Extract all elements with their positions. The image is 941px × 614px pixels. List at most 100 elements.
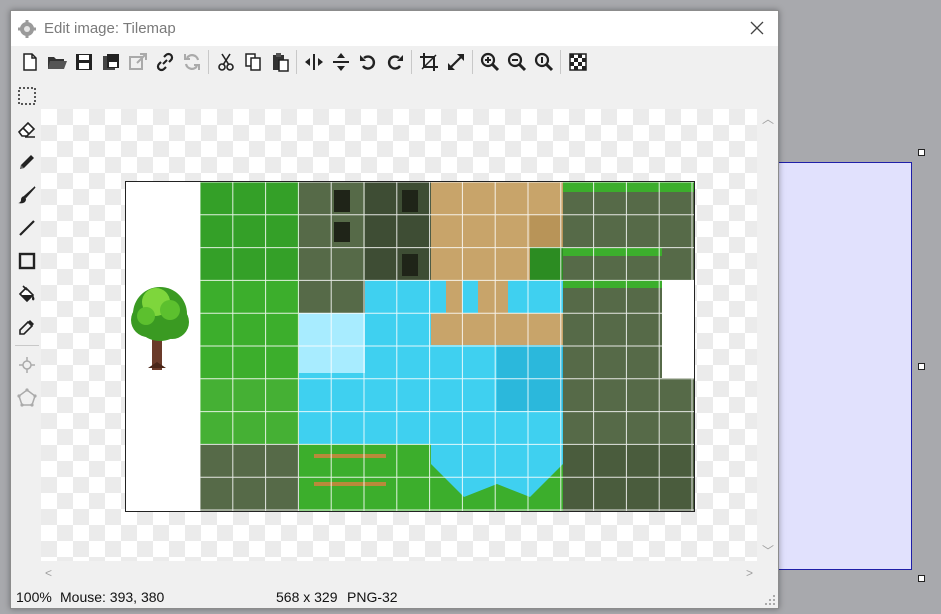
tree-sprite [131,287,189,370]
window-title: Edit image: Tilemap [44,20,176,37]
flip-vertical-icon [332,53,349,71]
copy-icon [244,53,261,71]
grass-lower-tiles [200,378,299,444]
open-button[interactable] [43,49,70,75]
refresh-button[interactable] [178,49,205,75]
status-bar: 100% Mouse: 393, 380 568 x 329 PNG-32 [11,587,778,608]
toolbar-separator [411,50,412,74]
refresh-icon [183,54,200,70]
close-icon[interactable] [748,19,766,37]
deep-water-tiles [497,345,563,411]
copy-button[interactable] [239,49,266,75]
rotate-left-icon [359,55,375,70]
select-tool[interactable] [13,79,41,112]
pencil-icon [20,154,34,169]
scroll-right-icon[interactable]: > [746,567,753,579]
fence-rail [314,454,386,458]
selection-handle[interactable] [918,575,925,582]
rectangle-icon [18,252,36,269]
transparency-icon [568,53,587,71]
transparency-button[interactable] [564,49,591,75]
color-picker-icon [19,319,34,335]
cut-button[interactable] [212,49,239,75]
image-canvas[interactable] [41,109,757,561]
door-3 [334,222,350,242]
rotate-right-button[interactable] [381,49,408,75]
cliff-grass-mid [563,248,662,256]
wood-plank-shade [530,215,563,247]
save-as-button[interactable] [97,49,124,75]
flip-horizontal-icon [304,54,323,70]
paste-button[interactable] [266,49,293,75]
resize-grip-icon[interactable] [764,594,776,606]
waterfall-foam [299,313,365,373]
zoom-in-icon [480,52,499,72]
crop-icon [419,53,438,71]
grass-bush-tile [530,247,563,280]
scroll-up-icon[interactable]: ︿ [762,113,774,125]
polygon-tool[interactable] [13,381,41,414]
toolbar-separator [472,50,473,74]
save-as-icon [102,54,119,70]
fence-rail [314,482,386,486]
toolbar [11,47,778,77]
origin-tool[interactable] [13,348,41,381]
zoom-out-icon [507,52,526,72]
image-editor-window: Edit image: Tilemap ︿ ﹀ < > 100% Mouse: … [10,10,779,609]
link-button[interactable] [151,49,178,75]
cut-icon [217,53,234,71]
toolbar-separator [296,50,297,74]
rectangle-tool[interactable] [13,244,41,277]
color-picker-tool[interactable] [13,310,41,343]
tilemap-image[interactable] [125,181,695,512]
zoom-out-button[interactable] [503,49,530,75]
rotate-left-button[interactable] [354,49,381,75]
bridge-planks [431,313,563,345]
bridge-posts [446,280,462,313]
image-size: 568 x 329 [276,589,338,605]
door-2 [402,190,418,212]
grass-edge-tiles [200,182,299,280]
new-icon [22,53,37,71]
fill-icon [18,284,35,302]
fill-tool[interactable] [13,277,41,310]
resize-icon [447,54,464,70]
line-tool[interactable] [13,211,41,244]
horizontal-scrollbar[interactable]: < > [41,564,757,582]
zoom-reset-button[interactable] [530,49,557,75]
vertical-scrollbar[interactable]: ︿ ﹀ [758,109,777,561]
door-1 [334,190,350,212]
selection-handle[interactable] [918,149,925,156]
mouse-position: Mouse: 393, 380 [60,589,165,605]
resize-button[interactable] [442,49,469,75]
selection-handle[interactable] [918,363,925,370]
zoom-reset-icon [534,52,553,72]
export-button[interactable] [124,49,151,75]
scroll-down-icon[interactable]: ﹀ [762,545,774,557]
brush-tool[interactable] [13,178,41,211]
cliff-grass-top [563,182,694,192]
export-icon [128,53,147,70]
cliff-grass-mid [563,280,662,288]
save-button[interactable] [70,49,97,75]
flip-horizontal-button[interactable] [300,49,327,75]
bridge-posts [478,280,508,313]
tilemap-graphic [131,182,694,511]
polygon-icon [17,387,37,407]
zoom-in-button[interactable] [476,49,503,75]
tool-palette [13,79,43,414]
new-button[interactable] [16,49,43,75]
crop-button[interactable] [415,49,442,75]
transparent-gap [662,280,694,378]
zoom-level: 100% [16,589,52,605]
eraser-tool[interactable] [13,112,41,145]
eraser-icon [17,121,36,138]
toolbar-separator [208,50,209,74]
flip-vertical-button[interactable] [327,49,354,75]
scroll-left-icon[interactable]: < [45,567,52,579]
tool-separator [15,345,39,346]
background-canvas-panel [779,162,912,570]
pencil-tool[interactable] [13,145,41,178]
save-icon [75,54,92,70]
toolbar-separator [560,50,561,74]
